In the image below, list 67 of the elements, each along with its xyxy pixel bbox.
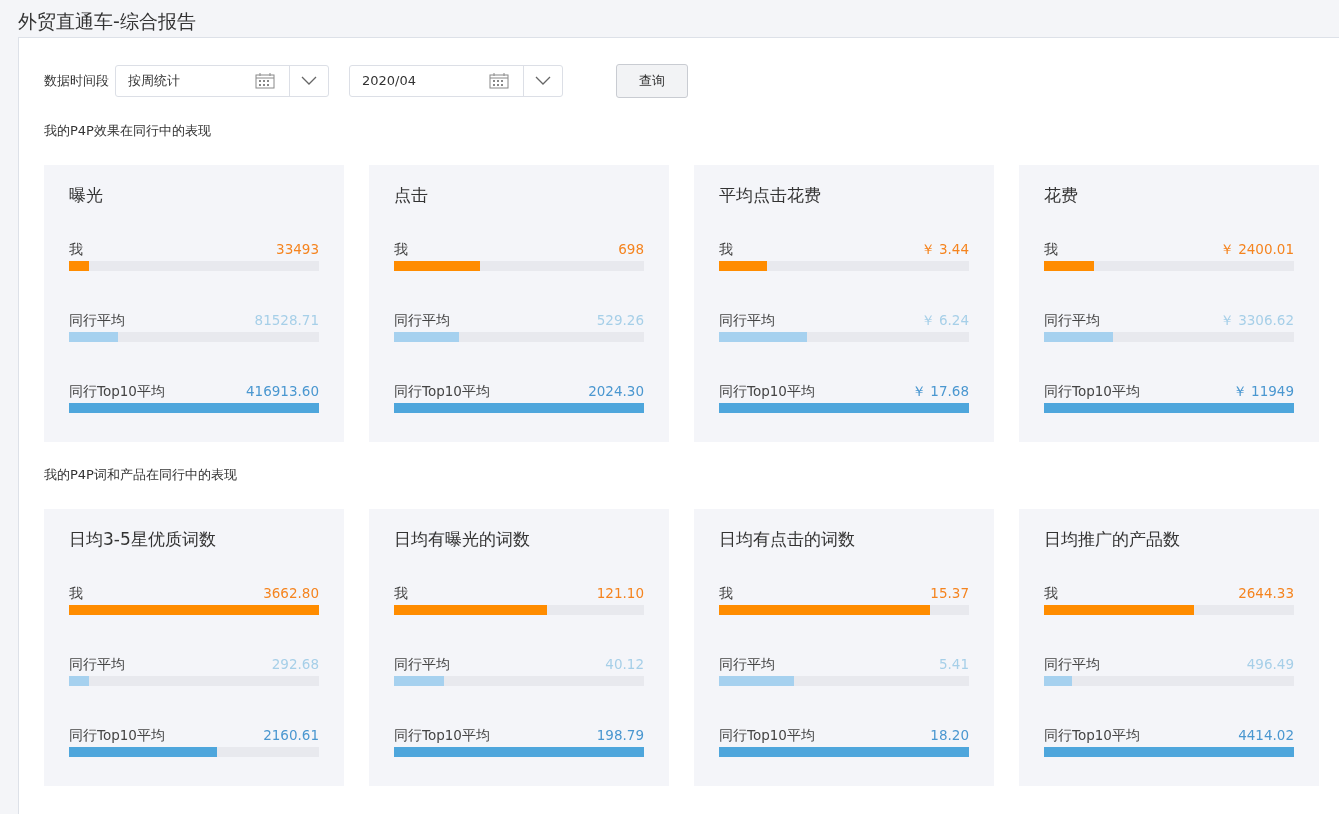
metric-value: 121.10: [596, 585, 644, 603]
metric-value: 5.41: [938, 656, 969, 674]
metric-value: 529.26: [596, 312, 644, 330]
chevron-down-icon: [301, 75, 317, 86]
metric-value: 2024.30: [588, 383, 644, 401]
metric-label: 同行平均: [394, 656, 450, 674]
metric-value: ￥ 2400.01: [1219, 241, 1294, 259]
section-title: 我的P4P词和产品在同行中的表现: [44, 466, 238, 484]
page-title: 外贸直通车-综合报告: [17, 9, 197, 34]
metric-label: 同行平均: [719, 656, 775, 674]
metric-value: 15.37: [930, 585, 969, 603]
date-select[interactable]: 2020/04: [349, 64, 563, 97]
metric-value: ￥ 11949: [1232, 383, 1294, 401]
card-title: 日均有曝光的词数: [394, 528, 531, 551]
section-title: 我的P4P效果在同行中的表现: [44, 122, 212, 140]
metric-value: 198.79: [596, 727, 644, 745]
metric-value: ￥ 6.24: [920, 312, 969, 330]
calendar-icon: [489, 72, 509, 89]
chevron-down-icon: [535, 75, 551, 86]
metric-value: 4414.02: [1238, 727, 1294, 745]
card-title: 点击: [394, 184, 429, 207]
metric-label: 同行Top10平均: [394, 383, 490, 401]
card-title: 花费: [1044, 184, 1079, 207]
metric-value: 40.12: [605, 656, 644, 674]
metric-value: 3662.80: [263, 585, 319, 603]
metric-label: 我: [1044, 241, 1058, 259]
metric-label: 我: [1044, 585, 1058, 603]
card-title: 日均3-5星优质词数: [69, 528, 217, 551]
metric-label: 我: [394, 241, 408, 259]
metric-label: 我: [69, 241, 83, 259]
metric-value: ￥ 17.68: [912, 383, 969, 401]
metric-value: 33493: [276, 241, 319, 259]
metric-label: 我: [394, 585, 408, 603]
card-title: 曝光: [69, 184, 104, 207]
metric-value: 81528.71: [254, 312, 319, 330]
card-title: 日均有点击的词数: [719, 528, 856, 551]
metric-label: 同行平均: [719, 312, 775, 330]
metric-label: 我: [69, 585, 83, 603]
metric-label: 同行Top10平均: [69, 727, 165, 745]
metric-label: 同行平均: [69, 312, 125, 330]
filter-label: 数据时间段: [44, 71, 109, 90]
metric-value: ￥ 3306.62: [1219, 312, 1294, 330]
metric-label: 同行平均: [1044, 656, 1100, 674]
metric-label: 同行Top10平均: [1044, 383, 1140, 401]
card-title: 平均点击花费: [719, 184, 822, 207]
query-button[interactable]: 查询: [616, 63, 688, 98]
metric-value: ￥ 3.44: [920, 241, 969, 259]
card-title: 日均推广的产品数: [1044, 528, 1181, 551]
metric-label: 同行Top10平均: [1044, 727, 1140, 745]
metric-value: 2160.61: [263, 727, 319, 745]
metric-label: 同行平均: [69, 656, 125, 674]
period-select[interactable]: 按周统计: [115, 64, 329, 97]
metric-label: 同行Top10平均: [719, 727, 815, 745]
metric-value: 292.68: [271, 656, 319, 674]
metric-value: 496.49: [1246, 656, 1294, 674]
metric-label: 我: [719, 241, 733, 259]
metric-label: 同行平均: [1044, 312, 1100, 330]
metric-label: 同行Top10平均: [69, 383, 165, 401]
metric-value: 18.20: [930, 727, 969, 745]
metric-label: 同行平均: [394, 312, 450, 330]
metric-value: 2644.33: [1238, 585, 1294, 603]
metric-value: 698: [618, 241, 644, 259]
metric-label: 同行Top10平均: [394, 727, 490, 745]
metric-value: 416913.60: [246, 383, 319, 401]
calendar-icon: [255, 72, 275, 89]
metric-label: 我: [719, 585, 733, 603]
metric-label: 同行Top10平均: [719, 383, 815, 401]
